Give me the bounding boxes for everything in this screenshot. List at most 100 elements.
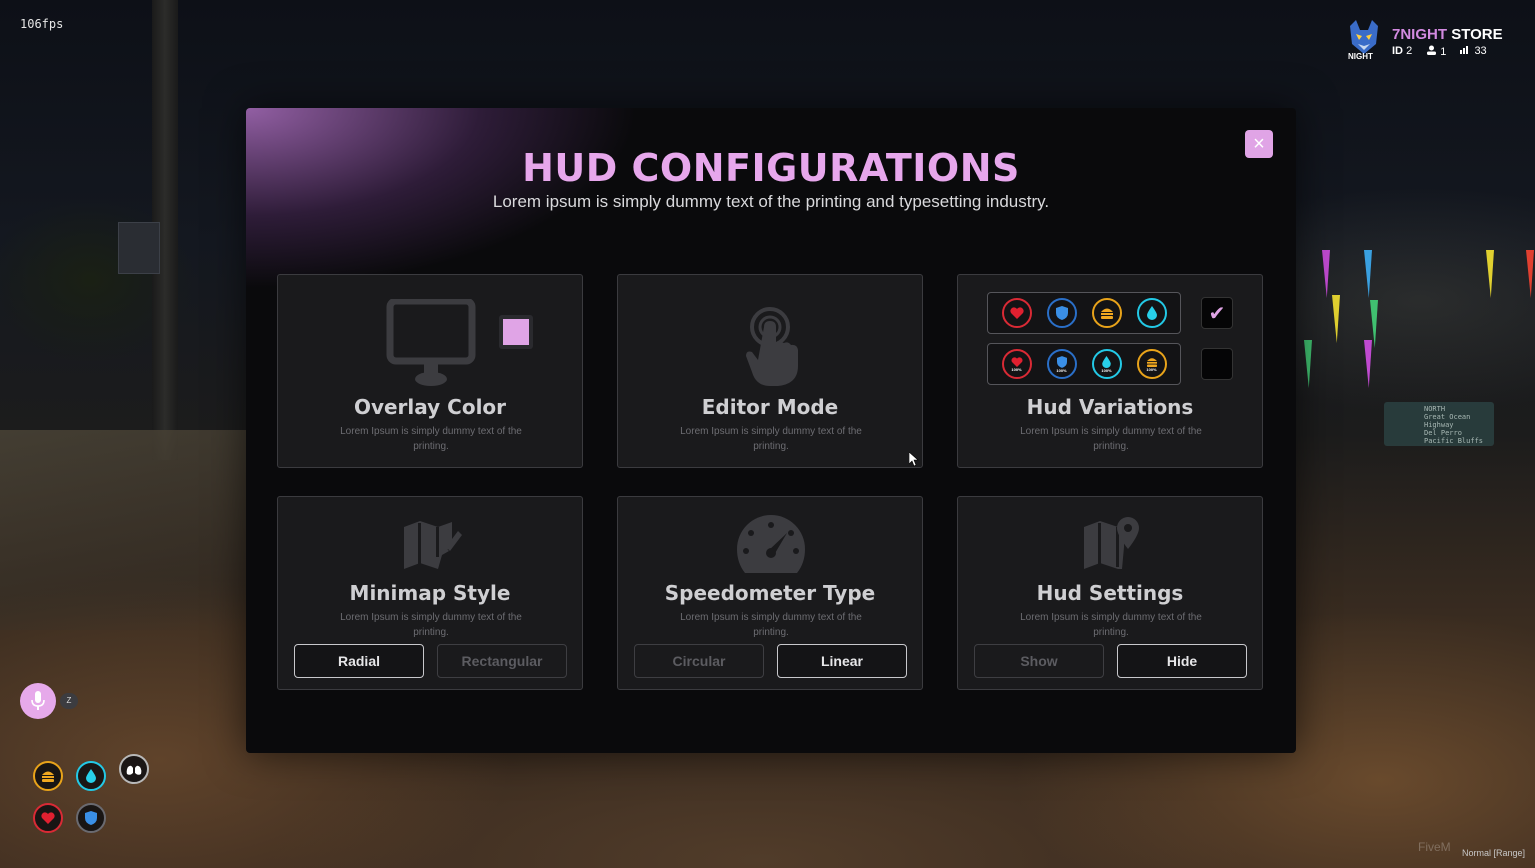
hud-variations-card: ✔ 100% 100% 100% 100% Hud Variations Lor… (957, 274, 1263, 468)
scene-billboard (118, 222, 160, 274)
stamina-status (119, 754, 149, 784)
card-title: Hud Settings (1036, 581, 1184, 605)
signal-bars-icon (1460, 46, 1469, 54)
health-status (33, 803, 63, 833)
variant-1-checkbox[interactable]: ✔ (1201, 297, 1233, 329)
id-value: 2 (1406, 45, 1413, 57)
overlay-color-preview (503, 319, 529, 345)
rectangular-button[interactable]: Rectangular (437, 644, 567, 678)
circular-button[interactable]: Circular (634, 644, 764, 678)
hunger-ring (1091, 298, 1122, 328)
server-name-accent: 7NIGHT (1392, 26, 1448, 43)
mic-button (20, 683, 56, 719)
shield-icon (1055, 306, 1068, 320)
card-description: Lorem Ipsum is simply dummy text of the … (680, 426, 862, 452)
card-description: Lorem Ipsum is simply dummy text of the … (680, 612, 862, 638)
fps-counter: 106fps (20, 17, 64, 31)
water-drop-icon (1146, 306, 1157, 320)
server-name-rest: STORE (1451, 26, 1503, 43)
health-percent: 100% (1001, 349, 1032, 379)
players-value: 1 (1440, 46, 1447, 58)
card-description: Lorem Ipsum is simply dummy text of the … (340, 426, 522, 452)
heart-icon (1009, 307, 1024, 319)
armor-ring (1046, 298, 1077, 328)
overlay-color-swatch[interactable] (499, 315, 533, 349)
road-sign-line: Del Perro (1424, 429, 1462, 437)
radial-button[interactable]: Radial (294, 644, 424, 678)
scene-road (0, 430, 250, 630)
hunger-status (33, 761, 63, 791)
variant-2-checkbox[interactable] (1201, 348, 1233, 380)
modal-subtitle: Lorem ipsum is simply dummy text of the … (492, 192, 1050, 211)
water-drop-icon (86, 769, 96, 783)
burger-icon (1146, 357, 1157, 367)
logo-text: NIGHT (1348, 52, 1373, 61)
heart-icon (41, 812, 55, 824)
card-title: Hud Variations (1026, 395, 1194, 419)
modal-title: HUD CONFIGURATIONS (522, 146, 1020, 190)
players-count: 1 (1426, 45, 1446, 58)
linear-button[interactable]: Linear (777, 644, 907, 678)
user-icon (1427, 45, 1437, 55)
road-sign-line: Pacific Bluffs (1424, 437, 1484, 445)
hud-settings-card: Hud Settings Lorem Ipsum is simply dummy… (957, 496, 1263, 690)
server-name: 7NIGHT STORE (1392, 26, 1503, 43)
thirst-status (76, 761, 106, 791)
lungs-icon (126, 762, 142, 775)
hud-variant-ring[interactable] (987, 292, 1181, 334)
card-description: Lorem Ipsum is simply dummy text of the … (1020, 612, 1202, 638)
thirst-percent: 100% (1091, 349, 1122, 379)
card-description: Lorem Ipsum is simply dummy text of the … (1020, 426, 1202, 452)
card-title: Minimap Style (349, 581, 511, 605)
road-sign-line: NORTH (1424, 405, 1446, 413)
mouse-cursor-icon (909, 452, 919, 467)
minimap-style-card: Minimap Style Lorem Ipsum is simply dumm… (277, 496, 583, 690)
card-title: Editor Mode (701, 395, 839, 419)
overlay-color-card[interactable]: Overlay Color Lorem Ipsum is simply dumm… (277, 274, 583, 468)
close-icon: × (1253, 132, 1265, 155)
percent-label: 100% (1011, 366, 1022, 372)
scene-trees (0, 160, 250, 390)
ping-stat: 33 (1460, 45, 1487, 58)
thirst-ring (1136, 298, 1167, 328)
show-button[interactable]: Show (974, 644, 1104, 678)
card-description: Lorem Ipsum is simply dummy text of the … (340, 612, 522, 638)
check-icon: ✔ (1208, 302, 1226, 325)
water-drop-icon (1102, 355, 1111, 368)
card-title: Overlay Color (353, 395, 507, 419)
map-pin-icon (1084, 517, 1139, 569)
editor-mode-card[interactable]: Editor Mode Lorem Ipsum is simply dummy … (617, 274, 923, 468)
heart-icon (1010, 356, 1023, 367)
player-id: ID 2 (1392, 45, 1412, 58)
shield-icon (1056, 355, 1067, 368)
voice-indicator: Z (20, 683, 80, 719)
health-ring (1001, 298, 1032, 328)
fivem-watermark: FiveM (1418, 840, 1451, 854)
voice-range-label: Normal [Range] (1462, 848, 1526, 858)
hud-config-modal: HUD CONFIGURATIONS Lorem ipsum is simply… (246, 108, 1296, 753)
shield-icon (85, 811, 97, 825)
armor-status (76, 803, 106, 833)
hud-variant-percent[interactable]: 100% 100% 100% 100% (987, 343, 1181, 385)
burger-icon (1100, 308, 1113, 319)
speedometer-type-card: Speedometer Type Lorem Ipsum is simply d… (617, 496, 923, 690)
close-button[interactable]: × (1245, 130, 1273, 158)
percent-label: 100% (1056, 367, 1067, 373)
hide-button[interactable]: Hide (1117, 644, 1247, 678)
id-label: ID (1392, 45, 1403, 57)
map-edit-icon (404, 521, 462, 569)
monitor-icon (386, 299, 476, 386)
speedometer-icon (737, 515, 805, 573)
server-info: NIGHT 7NIGHT STORE ID 2 1 33 (1342, 18, 1522, 64)
percent-label: 100% (1146, 366, 1157, 372)
microphone-icon (31, 691, 45, 710)
burger-icon (42, 771, 54, 782)
armor-percent: 100% (1046, 349, 1077, 379)
mic-keybind: Z (60, 693, 78, 709)
road-sign-line: Great Ocean Highway (1424, 413, 1471, 429)
hunger-percent: 100% (1136, 349, 1167, 379)
ping-value: 33 (1474, 45, 1487, 57)
percent-label: 100% (1101, 367, 1112, 373)
road-sign: NORTH Great Ocean Highway Del Perro Paci… (1384, 402, 1494, 446)
pointer-hand-icon (746, 307, 798, 386)
